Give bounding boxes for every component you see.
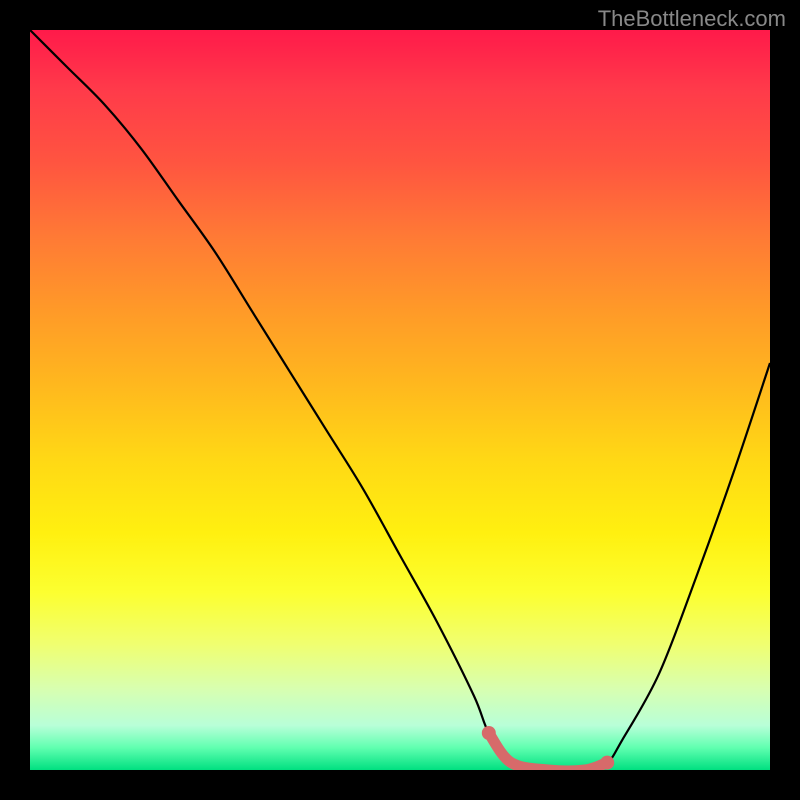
highlight-svg [30, 30, 770, 770]
highlight-cap-right [600, 756, 614, 770]
plot-area [30, 30, 770, 770]
highlight-segment [489, 733, 607, 770]
highlight-band [482, 726, 614, 770]
attribution-text: TheBottleneck.com [598, 6, 786, 32]
highlight-cap-left [482, 726, 496, 740]
